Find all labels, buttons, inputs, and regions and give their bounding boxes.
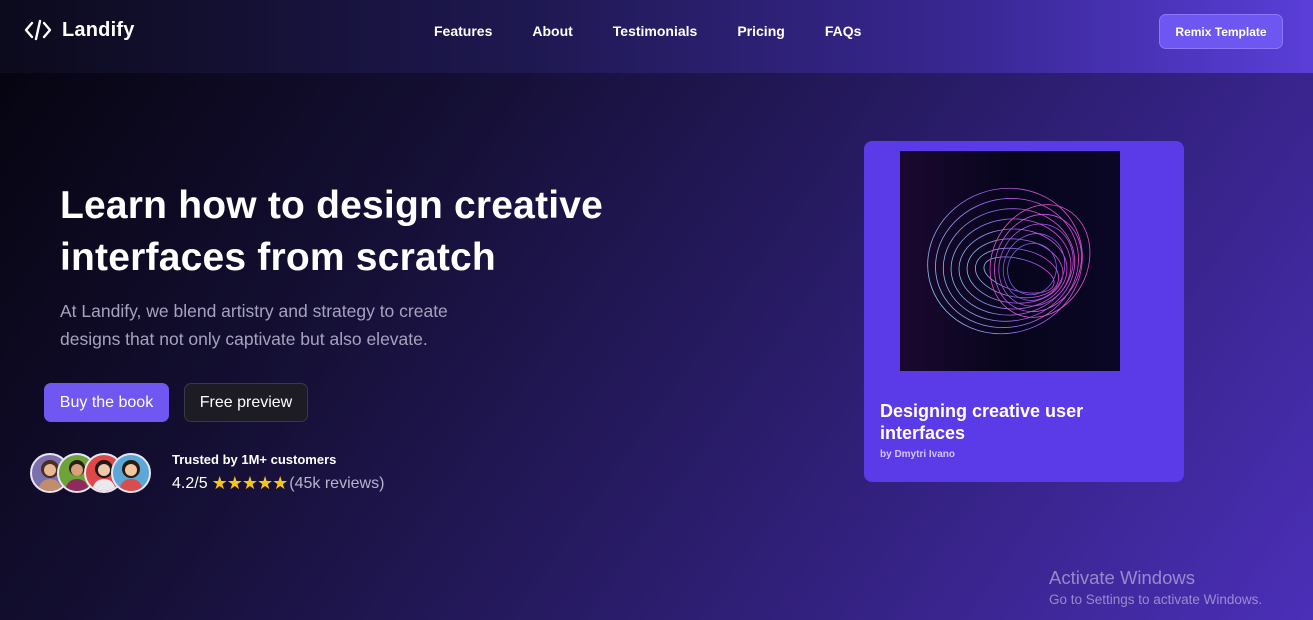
brand-name: Landify <box>62 18 135 41</box>
remix-template-button[interactable]: Remix Template <box>1159 14 1283 49</box>
code-brackets-icon <box>24 18 52 42</box>
book-cover-image <box>900 151 1120 371</box>
hero-title-line-1: Learn how to design creative <box>60 184 604 227</box>
rating-row: 4.2/5 ★★★★★ (45k reviews) <box>172 473 384 494</box>
hero-subtitle: At Landify, we blend artistry and strate… <box>60 297 500 353</box>
watermark-title: Activate Windows <box>1049 567 1195 588</box>
nav-links: Features About Testimonials Pricing FAQs <box>434 23 861 39</box>
abstract-ribbon-icon <box>900 151 1120 371</box>
hero-title: Learn how to design creative interfaces … <box>60 180 680 284</box>
trust-block: Trusted by 1M+ customers 4.2/5 ★★★★★ (45… <box>172 451 384 494</box>
book-title: Designing creative user interfaces <box>880 401 1084 443</box>
hero-subtitle-line-2: designs that not only captivate but also… <box>60 329 428 349</box>
book-author: by Dmytri Ivano <box>880 449 956 460</box>
review-count: (45k reviews) <box>289 474 385 492</box>
nav-link-pricing[interactable]: Pricing <box>737 23 784 39</box>
trust-title: Trusted by 1M+ customers <box>172 452 337 467</box>
top-navbar: Landify Features About Testimonials Pric… <box>0 0 1313 73</box>
nav-link-features[interactable]: Features <box>434 23 492 39</box>
rating-value: 4.2/5 <box>172 474 208 492</box>
hero-title-line-2: interfaces from scratch <box>60 236 496 279</box>
brand-logo[interactable]: Landify <box>24 18 135 42</box>
buy-book-button[interactable]: Buy the book <box>44 383 169 422</box>
nav-link-about[interactable]: About <box>532 23 572 39</box>
watermark-subtitle: Go to Settings to activate Windows. <box>1049 592 1263 607</box>
free-preview-button[interactable]: Free preview <box>184 383 308 422</box>
windows-activation-watermark: Activate Windows Go to Settings to activ… <box>1049 567 1262 610</box>
star-rating-icon: ★★★★★ <box>211 473 289 493</box>
nav-link-faqs[interactable]: FAQs <box>825 23 862 39</box>
book-card[interactable]: Designing creative user interfaces by Dm… <box>864 141 1184 482</box>
avatar-woman-icon <box>111 453 151 493</box>
hero-subtitle-line-1: At Landify, we blend artistry and strate… <box>60 301 448 321</box>
nav-link-testimonials[interactable]: Testimonials <box>613 23 698 39</box>
customer-avatars <box>30 453 155 493</box>
